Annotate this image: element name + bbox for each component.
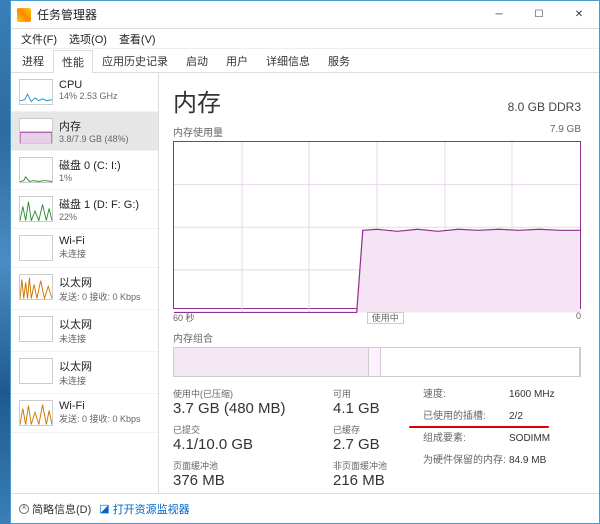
sidebar-sub: 1% xyxy=(59,173,121,183)
sidebar-sub: 未连接 xyxy=(59,247,86,260)
memory-thumb xyxy=(19,118,53,144)
sidebar-item-disk0[interactable]: 磁盘 0 (C: I:)1% xyxy=(11,151,158,190)
v-cached: 2.7 GB xyxy=(333,436,423,453)
menu-options[interactable]: 选项(O) xyxy=(63,31,113,47)
x-axis-left: 60 秒 xyxy=(173,311,195,324)
main-panel: 内存 8.0 GB DDR3 内存使用量 7.9 GB 60 秒 xyxy=(159,73,599,493)
footer: ˄ 简略信息(D) ◪ 打开资源监视器 xyxy=(11,493,599,523)
k-usage: 使用中(已压缩) xyxy=(173,387,333,400)
menu-file[interactable]: 文件(F) xyxy=(15,31,63,47)
sidebar-label: CPU xyxy=(59,79,118,91)
maximize-button[interactable]: ☐ xyxy=(519,1,559,29)
window-title: 任务管理器 xyxy=(37,6,479,23)
sidebar-item-ethernet[interactable]: 以太网发送: 0 接收: 0 Kbps xyxy=(11,268,158,310)
v-hw: 84.9 MB xyxy=(509,453,546,469)
red-highlight xyxy=(409,426,549,428)
desktop-edge xyxy=(0,0,10,524)
fewer-details-button[interactable]: ˄ 简略信息(D) xyxy=(19,501,91,517)
sidebar-sub: 未连接 xyxy=(59,374,92,387)
sidebar-label: 以太网 xyxy=(59,316,92,332)
k-slots: 已使用的插槽: xyxy=(423,409,509,425)
sidebar-sub: 未连接 xyxy=(59,332,92,345)
sidebar-item-memory[interactable]: 内存3.8/7.9 GB (48%) xyxy=(11,112,158,151)
menubar: 文件(F) 选项(O) 查看(V) xyxy=(11,29,599,49)
memory-chart[interactable] xyxy=(173,141,581,309)
tab-performance[interactable]: 性能 xyxy=(53,50,93,73)
net-thumb xyxy=(19,400,53,426)
sidebar-sub: 3.8/7.9 GB (48%) xyxy=(59,134,129,144)
sidebar-label: 磁盘 1 (D: F: G:) xyxy=(59,196,139,212)
sidebar-item-ethernet[interactable]: 以太网未连接 xyxy=(11,352,158,394)
window-controls: ─ ☐ ✕ xyxy=(479,1,599,29)
v-avail: 4.1 GB xyxy=(333,400,423,417)
chart-max: 7.9 GB xyxy=(550,124,581,139)
sidebar-label: 内存 xyxy=(59,118,129,134)
cpu-thumb xyxy=(19,79,53,105)
sidebar-item-wifi[interactable]: Wi-Fi未连接 xyxy=(11,229,158,268)
v-form: SODIMM xyxy=(509,431,550,447)
sidebar-item-disk1[interactable]: 磁盘 1 (D: F: G:)22% xyxy=(11,190,158,229)
disk-thumb xyxy=(19,196,53,222)
tab-app-history[interactable]: 应用历史记录 xyxy=(93,49,177,72)
resource-monitor-link[interactable]: ◪ 打开资源监视器 xyxy=(99,501,189,517)
sidebar-item-ethernet[interactable]: 以太网未连接 xyxy=(11,310,158,352)
net-thumb xyxy=(19,235,53,261)
v-slots: 2/2 xyxy=(509,409,523,425)
sidebar-label: 以太网 xyxy=(59,274,141,290)
k-paged: 页面缓冲池 xyxy=(173,459,333,472)
x-axis-right: 0 xyxy=(576,311,581,324)
sidebar-sub: 22% xyxy=(59,212,139,222)
sidebar-item-cpu[interactable]: CPU14% 2.53 GHz xyxy=(11,73,158,112)
close-button[interactable]: ✕ xyxy=(559,1,599,29)
tab-processes[interactable]: 进程 xyxy=(13,49,53,72)
v-paged: 376 MB xyxy=(173,472,333,489)
k-speed: 速度: xyxy=(423,387,509,403)
body: CPU14% 2.53 GHz 内存3.8/7.9 GB (48%) 磁盘 0 … xyxy=(11,73,599,493)
sidebar-sub: 14% 2.53 GHz xyxy=(59,91,118,101)
menu-view[interactable]: 查看(V) xyxy=(113,31,162,47)
k-cached: 已缓存 xyxy=(333,423,423,436)
k-nonpaged: 非页面缓冲池 xyxy=(333,459,423,472)
chart-marker: 使用中 xyxy=(367,312,404,324)
k-avail: 可用 xyxy=(333,387,423,400)
composition-chart[interactable] xyxy=(173,347,581,377)
k-form: 组成要素: xyxy=(423,431,509,447)
sidebar-item-wifi[interactable]: Wi-Fi发送: 0 接收: 0 Kbps xyxy=(11,394,158,433)
composition-label: 内存组合 xyxy=(173,330,581,345)
sidebar[interactable]: CPU14% 2.53 GHz 内存3.8/7.9 GB (48%) 磁盘 0 … xyxy=(11,73,159,493)
v-commit: 4.1/10.0 GB xyxy=(173,436,333,453)
disk-thumb xyxy=(19,157,53,183)
sidebar-label: Wi-Fi xyxy=(59,235,86,247)
v-usage: 3.7 GB (480 MB) xyxy=(173,400,333,417)
memory-spec: 8.0 GB DDR3 xyxy=(508,100,581,114)
monitor-icon: ◪ xyxy=(99,502,109,515)
tab-startup[interactable]: 启动 xyxy=(177,49,217,72)
sidebar-sub: 发送: 0 接收: 0 Kbps xyxy=(59,290,141,303)
net-thumb xyxy=(19,274,53,300)
k-commit: 已提交 xyxy=(173,423,333,436)
app-icon xyxy=(17,8,31,22)
sidebar-label: 磁盘 0 (C: I:) xyxy=(59,157,121,173)
sidebar-label: Wi-Fi xyxy=(59,400,141,412)
k-hw: 为硬件保留的内存: xyxy=(423,453,509,469)
tab-services[interactable]: 服务 xyxy=(319,49,359,72)
sidebar-sub: 发送: 0 接收: 0 Kbps xyxy=(59,412,141,425)
task-manager-window: 任务管理器 ─ ☐ ✕ 文件(F) 选项(O) 查看(V) 进程 性能 应用历史… xyxy=(10,0,600,524)
tab-details[interactable]: 详细信息 xyxy=(257,49,319,72)
page-title: 内存 xyxy=(173,83,221,118)
v-speed: 1600 MHz xyxy=(509,387,555,403)
net-thumb xyxy=(19,358,53,384)
chart-title: 内存使用量 xyxy=(173,124,223,139)
net-thumb xyxy=(19,316,53,342)
chevron-up-icon: ˄ xyxy=(19,504,29,514)
minimize-button[interactable]: ─ xyxy=(479,1,519,29)
sidebar-label: 以太网 xyxy=(59,358,92,374)
stats: 使用中(已压缩)3.7 GB (480 MB) 已提交4.1/10.0 GB 页… xyxy=(173,387,581,489)
v-nonpaged: 216 MB xyxy=(333,472,423,489)
tab-users[interactable]: 用户 xyxy=(217,49,257,72)
titlebar[interactable]: 任务管理器 ─ ☐ ✕ xyxy=(11,1,599,29)
tabs: 进程 性能 应用历史记录 启动 用户 详细信息 服务 xyxy=(11,49,599,73)
